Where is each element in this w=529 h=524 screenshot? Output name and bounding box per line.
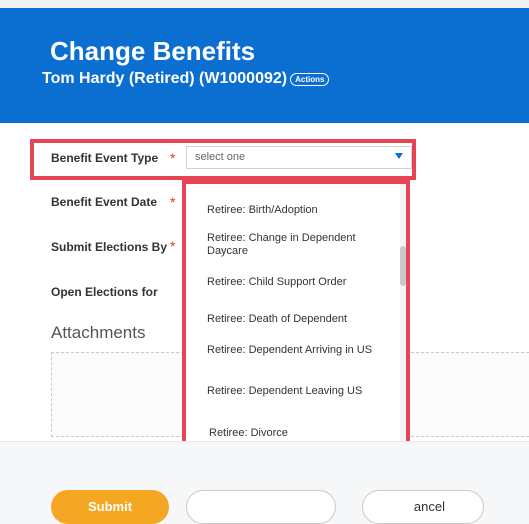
open-elections-for-label: Open Elections for [51,285,158,299]
option-dependent-arriving-us[interactable]: Retiree: Dependent Arriving in US [207,344,406,357]
attachments-heading: Attachments [51,323,146,342]
actions-button[interactable]: Actions [290,72,330,86]
option-child-support-order[interactable]: Retiree: Child Support Order [207,276,387,289]
required-asterisk: * [170,238,176,254]
option-dependent-leaving-us[interactable]: Retiree: Dependent Leaving US [207,385,387,398]
employee-name: Tom Hardy (Retired) (W1000092) [42,70,288,87]
submit-button[interactable]: Submit [51,490,169,524]
required-asterisk: * [170,194,176,210]
option-death-of-dependent[interactable]: Retiree: Death of Dependent [207,313,387,326]
top-bar-shade [0,0,529,8]
benefit-event-date-label: Benefit Event Date [51,195,158,209]
option-change-dependent-daycare[interactable]: Retiree: Change in Dependent Daycare [207,232,387,258]
secondary-button[interactable] [186,490,336,524]
submit-elections-by-label: Submit Elections By [51,240,168,254]
page-title: Change Benefits [50,36,256,66]
option-divorce[interactable]: Retiree: Divorce [209,427,389,440]
cancel-button[interactable]: ancel [362,490,484,524]
scrollbar-thumb[interactable] [400,246,406,286]
employee-subtitle: Tom Hardy (Retired) (W1000092) Actions [42,70,330,88]
option-birth-adoption[interactable]: Retiree: Birth/Adoption [207,204,387,217]
page-header: Change Benefits Tom Hardy (Retired) (W10… [0,0,529,123]
highlight-box-field [30,139,416,180]
